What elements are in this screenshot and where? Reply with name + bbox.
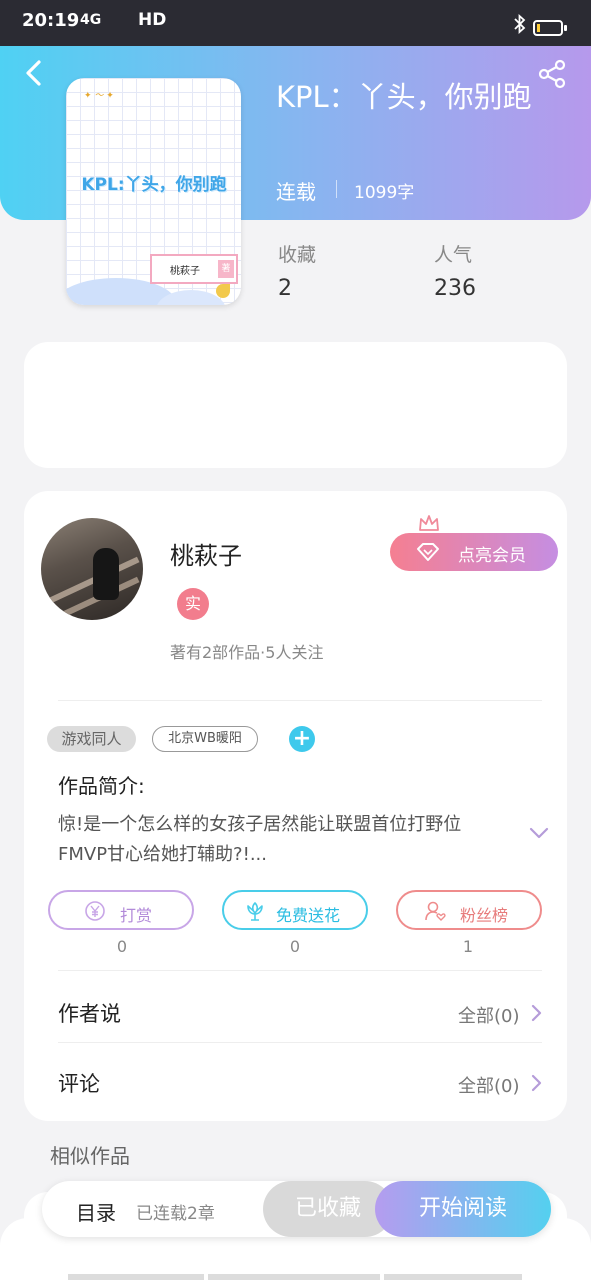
- cover-fruit-icon: [216, 284, 230, 298]
- popularity-value: 236: [434, 276, 476, 301]
- flower-count: 0: [289, 937, 301, 956]
- avatar-figure: [93, 548, 119, 600]
- status-time: 20:19: [22, 10, 80, 31]
- intro-label: 作品简介:: [58, 774, 145, 798]
- sheet-item-edge: [208, 1274, 380, 1280]
- book-word-count: 1099字: [354, 183, 415, 203]
- sheet-item-edge: [68, 1274, 204, 1280]
- fans-ranking-label: 粉丝榜: [460, 906, 509, 925]
- user-heart-icon: [425, 901, 446, 921]
- reward-count: 0: [116, 937, 128, 956]
- collected-button[interactable]: 已收藏: [263, 1181, 393, 1237]
- book-status: 连载: [276, 180, 316, 204]
- crown-icon: [419, 515, 439, 531]
- author-meta: 著有2部作品·5人关注: [170, 643, 324, 662]
- yen-coin-icon: [85, 901, 105, 921]
- reward-label: 打赏: [120, 906, 153, 925]
- diamond-icon: [417, 543, 439, 561]
- chevron-right-icon[interactable]: [530, 1073, 542, 1093]
- comments-all[interactable]: 全部(0): [458, 1072, 520, 1098]
- author-says-all[interactable]: 全部(0): [458, 1002, 520, 1028]
- tag-game-fanfic[interactable]: 游戏同人: [47, 726, 136, 752]
- flower-icon: [247, 902, 263, 921]
- author-name[interactable]: 桃萩子: [170, 536, 242, 571]
- divider: [58, 700, 542, 701]
- fans-count: 1: [462, 937, 474, 956]
- divider: [58, 1042, 542, 1043]
- sheet-item-edge: [384, 1274, 522, 1280]
- author-avatar[interactable]: [41, 518, 143, 620]
- status-bar: 20:19 4G HD: [0, 0, 591, 46]
- chapter-count: 已连载2章: [136, 1204, 215, 1224]
- verified-badge: 实: [177, 588, 209, 620]
- favorites-value: 2: [278, 276, 292, 301]
- similar-works-label: 相似作品: [50, 1144, 130, 1168]
- book-cover[interactable]: ✦ ～ ✦ KPL:丫头，你别跑 桃萩子 著: [66, 78, 241, 305]
- tag-location[interactable]: 北京WB暖阳: [152, 726, 258, 752]
- network-indicator: 4G: [80, 12, 102, 28]
- add-tag-button[interactable]: +: [289, 726, 315, 752]
- battery-level: [537, 24, 540, 32]
- battery-cap: [564, 25, 567, 31]
- author-says-label[interactable]: 作者说: [58, 998, 121, 1028]
- vip-button[interactable]: 点亮会员: [390, 533, 558, 571]
- favorites-label: 收藏: [278, 244, 317, 266]
- chevron-down-icon[interactable]: [528, 826, 550, 840]
- popularity-label: 人气: [434, 244, 473, 266]
- intro-text: 惊!是一个怎么样的女孩子居然能让联盟首位打野位FMVP甘心给她打辅助?!...: [58, 814, 462, 865]
- divider: [58, 970, 542, 971]
- battery-icon: [533, 20, 563, 36]
- reward-button[interactable]: 打赏: [48, 890, 194, 930]
- send-flower-label: 免费送花: [276, 906, 341, 925]
- comments-label[interactable]: 评论: [58, 1068, 100, 1098]
- start-reading-button[interactable]: 开始阅读: [375, 1181, 551, 1237]
- cover-seal: 著: [218, 260, 234, 278]
- chevron-right-icon[interactable]: [530, 1003, 542, 1023]
- back-arrow-icon[interactable]: [22, 58, 46, 88]
- cover-author-text: 桃萩子: [170, 265, 200, 277]
- fans-ranking-button[interactable]: 粉丝榜: [396, 890, 542, 930]
- table-of-contents-button[interactable]: 目录: [76, 1197, 116, 1226]
- vip-button-label: 点亮会员: [458, 546, 526, 566]
- cover-title-art: KPL:丫头，你别跑: [81, 175, 227, 195]
- cover-decoration: ✦ ～ ✦: [84, 91, 114, 101]
- status-divider: [336, 180, 337, 198]
- bluetooth-icon: [514, 14, 526, 34]
- book-title: KPL：丫头，你别跑: [276, 80, 532, 114]
- send-flower-button[interactable]: 免费送花: [222, 890, 368, 930]
- hd-indicator: HD: [138, 10, 167, 30]
- banner-card: [24, 342, 567, 468]
